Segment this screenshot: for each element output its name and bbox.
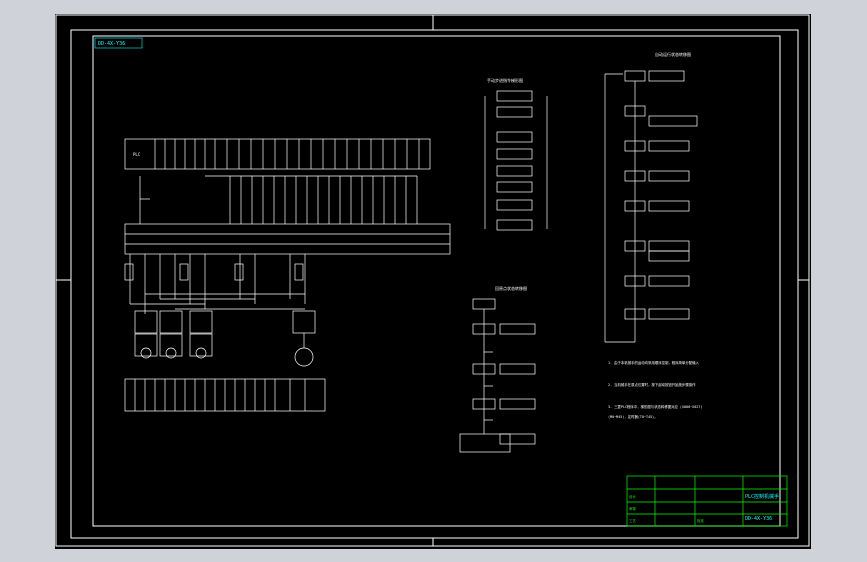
notes-block: 1. 由于本机械手的运动均采用顺序控制，程序简单分配输入 2. 当机械手在原点位… — [608, 360, 702, 419]
electrical-schematic-drawing: DD-4X-Y36 PLC 手动步进指令梯形图 回原点状态转移图 自动运行状态转… — [55, 14, 810, 547]
note-line: 2. 当机械手在原点位置时，按下起动按钮开始按步骤操作 — [608, 382, 696, 387]
title-row: 工艺 — [629, 518, 636, 523]
outer-frame — [55, 14, 810, 547]
ladder-title-main: 自动运行状态转移图 — [655, 51, 691, 57]
cad-viewport[interactable]: DD-4X-Y36 PLC 手动步进指令梯形图 回原点状态转移图 自动运行状态转… — [55, 14, 811, 549]
solenoid-valves — [134, 310, 316, 367]
title-row: 设计 — [629, 494, 636, 499]
drawing-border — [92, 35, 781, 527]
plc-wiring — [124, 138, 451, 412]
title-row: 批准 — [697, 518, 704, 523]
auto-sfc — [604, 70, 698, 343]
drawing-number: DD-4X-Y36 — [745, 516, 772, 522]
manual-ladder — [484, 90, 548, 231]
title-row: 审核 — [629, 506, 636, 511]
ladder-title-left: 手动步进指令梯形图 — [487, 77, 523, 83]
output-wires — [124, 254, 306, 314]
origin-sfc — [459, 298, 536, 453]
note-line: 1. 由于本机械手的运动均采用顺序控制，程序简单分配输入 — [608, 360, 699, 365]
ladder-title-lower: 回原点状态转移图 — [495, 285, 527, 291]
motor-symbol — [294, 347, 314, 367]
plc-top-label-strip — [124, 138, 431, 170]
input-wires — [139, 175, 418, 224]
plc-terminal-block — [124, 223, 451, 255]
drawing-title: PLC控制机械手 — [745, 493, 779, 500]
note-line: 3. 三菱PLC程序中，梯形图与状态转移图对应 (X000~X027) — [608, 404, 702, 409]
code-tag: DD-4X-Y36 — [98, 41, 125, 47]
plc-box-label: PLC — [133, 152, 141, 157]
note-line: (M0~M45)，定时器(T0~T45)。 — [608, 414, 658, 419]
